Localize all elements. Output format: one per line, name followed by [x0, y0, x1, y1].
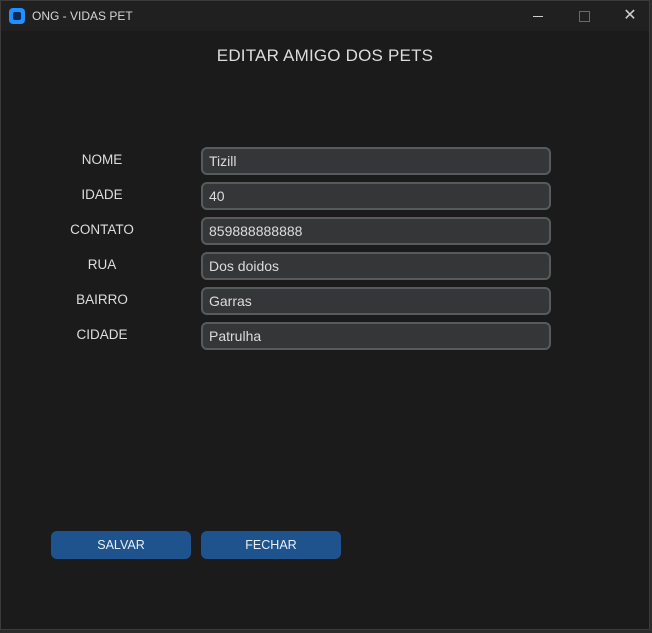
idade-input[interactable] [201, 182, 551, 210]
contato-label: CONTATO [70, 222, 134, 237]
window-title: ONG - VIDAS PET [32, 9, 133, 23]
form-row-nome: NOME [1, 147, 649, 175]
nome-label: NOME [81, 152, 123, 167]
form-row-rua: RUA [1, 252, 649, 280]
form-row-idade: IDADE [1, 182, 649, 210]
form-row-bairro: BAIRRO [1, 287, 649, 315]
close-button[interactable]: FECHAR [201, 531, 341, 559]
minimize-button[interactable] [515, 1, 561, 31]
close-window-button[interactable]: ✕ [607, 1, 649, 31]
close-icon: ✕ [623, 7, 637, 24]
title-bar[interactable]: ONG - VIDAS PET ✕ [1, 1, 649, 31]
nome-input[interactable] [201, 147, 551, 175]
save-button[interactable]: SALVAR [51, 531, 191, 559]
cidade-input[interactable] [201, 322, 551, 350]
idade-label: IDADE [81, 187, 123, 202]
maximize-button[interactable] [561, 1, 607, 31]
page-title: EDITAR AMIGO DOS PETS [216, 46, 434, 65]
rua-label: RUA [87, 257, 117, 272]
rua-input[interactable] [201, 252, 551, 280]
minimize-icon [533, 15, 543, 17]
maximize-icon [578, 10, 590, 22]
app-window: ONG - VIDAS PET ✕ EDITAR AMIGO DOS PETS … [0, 0, 650, 630]
form-row-cidade: CIDADE [1, 322, 649, 350]
cidade-label: CIDADE [76, 327, 128, 342]
bairro-label: BAIRRO [76, 292, 128, 307]
form-row-contato: CONTATO [1, 217, 649, 245]
bairro-input[interactable] [201, 287, 551, 315]
contato-input[interactable] [201, 217, 551, 245]
app-icon [9, 8, 25, 24]
